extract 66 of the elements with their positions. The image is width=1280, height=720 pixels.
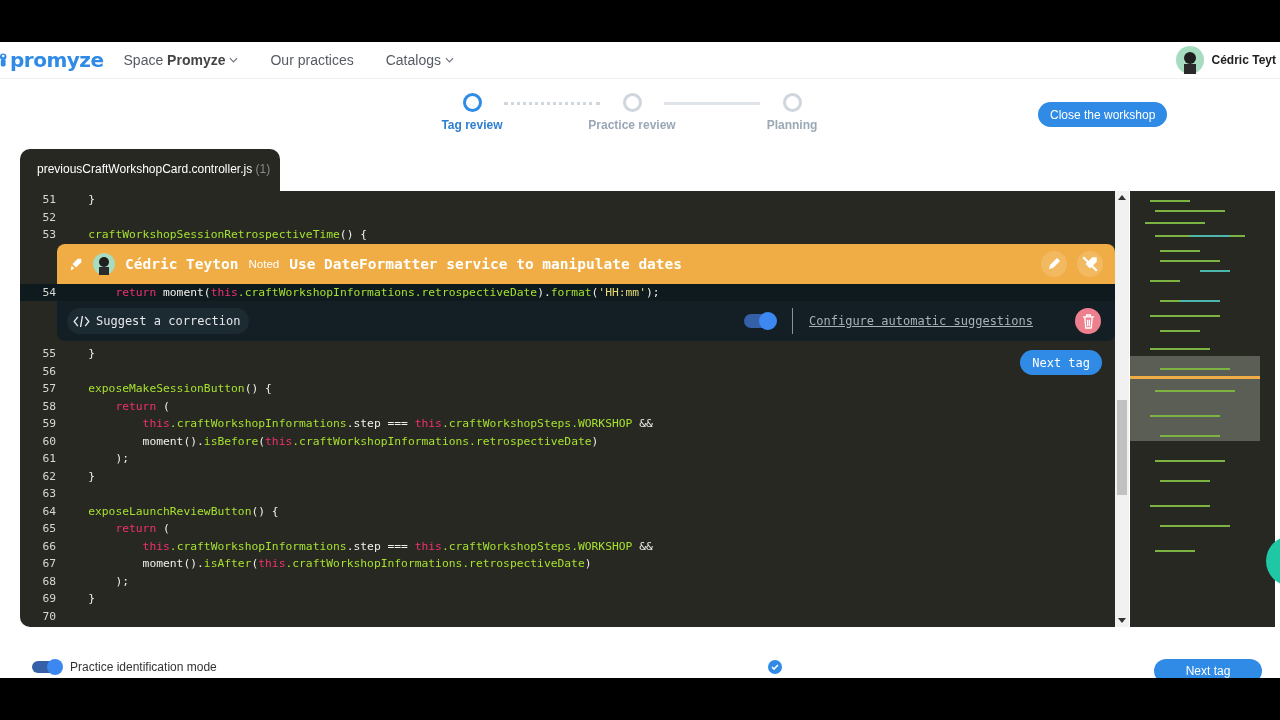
line-number: 64 (41, 503, 56, 520)
code-line: exposeMakeSessionButton() { (87, 381, 272, 397)
trash-icon (1081, 313, 1095, 329)
code-line: moment().isAfter(this.craftWorkshopInformations.retrospectiveDate) (141, 556, 592, 572)
scrollbar[interactable] (1115, 191, 1129, 627)
line-number: 54 (41, 284, 56, 301)
nav-menu-item[interactable]: Our practices (270, 52, 354, 68)
scroll-thumb[interactable] (1117, 400, 1127, 495)
line-number: 68 (41, 573, 56, 590)
avatar-icon[interactable] (1175, 46, 1204, 74)
line-number: 69 (41, 591, 56, 607)
delete-button[interactable] (1075, 308, 1101, 334)
check-icon (768, 660, 783, 674)
practice-mode-label: Practice identification mode (70, 660, 217, 674)
code-line: this.craftWorkshopInformations.step === this.craftWorkshopSteps.WORKSHOP && (141, 538, 653, 555)
code-line: return ( (114, 398, 170, 415)
suggest-correction-button[interactable]: Suggest a correction (67, 308, 249, 334)
line-number: 60 (41, 433, 56, 450)
code-line: } (87, 346, 95, 362)
line-number: 57 (41, 381, 56, 397)
line-number: 51 (41, 192, 56, 208)
code-line: } (87, 192, 95, 208)
practice-mode-toggle[interactable] (32, 661, 62, 673)
code-line: moment().isBefore(this.craftWorkshopInformations.retrospectiveDate) (141, 433, 599, 450)
line-number: 56 (41, 363, 56, 380)
code-line: craftWorkshopSessionRetrospectiveTime() { (87, 227, 368, 243)
logo-text[interactable]: promyze (10, 48, 104, 72)
line-number: 66 (41, 538, 56, 555)
user-name[interactable]: Cédric Teyt (1211, 53, 1276, 67)
next-tag-button[interactable]: Next tag (1020, 350, 1102, 375)
code-icon (73, 315, 90, 327)
nav-menu-item[interactable]: Space Promyze (123, 52, 239, 68)
step-tab[interactable]: Tag review (432, 93, 512, 132)
pencil-icon (1046, 255, 1062, 272)
line-number: 70 (41, 608, 56, 625)
code-line: } (87, 591, 95, 607)
scroll-down-icon[interactable] (1118, 618, 1126, 623)
line-number: 63 (41, 486, 56, 502)
code-line: } (87, 468, 95, 485)
line-number: 62 (41, 468, 56, 485)
code-line: this.craftWorkshopInformations.step === this.craftWorkshopSteps.WORKSHOP && (141, 416, 653, 432)
status-label: Noted (248, 257, 280, 270)
line-number: 67 (41, 556, 56, 572)
line-number: 61 (41, 451, 56, 467)
line-number: 58 (41, 398, 56, 415)
line-number: 65 (41, 521, 56, 537)
line-number: 59 (41, 416, 56, 432)
nav-menu-item[interactable]: Catalogs (385, 52, 454, 68)
rocket-icon (69, 256, 83, 271)
code-line: return moment(this.craftWorkshopInformations.retrospectiveDate).format('HH:mm'); (114, 284, 660, 301)
code-line: ); (114, 573, 129, 590)
code-line: exposeLaunchReviewButton() { (87, 503, 279, 520)
auto-suggestions-toggle[interactable] (744, 314, 777, 328)
next-tag-button[interactable]: Next tag (1154, 659, 1262, 678)
code-line: return ( (114, 521, 170, 537)
scroll-up-icon[interactable] (1118, 195, 1126, 200)
line-number: 53 (41, 227, 56, 243)
configure-suggestions-link[interactable]: Configure automatic suggestions (809, 314, 1033, 328)
annotation-title: Use DateFormatter service to manipulate dates (289, 255, 683, 272)
close-workshop-button[interactable]: Close the workshop (1038, 102, 1168, 127)
author-name: Cédric Teyton (125, 255, 239, 272)
file-tab[interactable]: previousCraftWorkshopCard.controller.js (1) (20, 149, 280, 191)
line-number: 55 (41, 346, 56, 362)
avatar-icon (93, 252, 115, 275)
line-number: 52 (41, 209, 56, 226)
code-line: ); (114, 451, 129, 467)
